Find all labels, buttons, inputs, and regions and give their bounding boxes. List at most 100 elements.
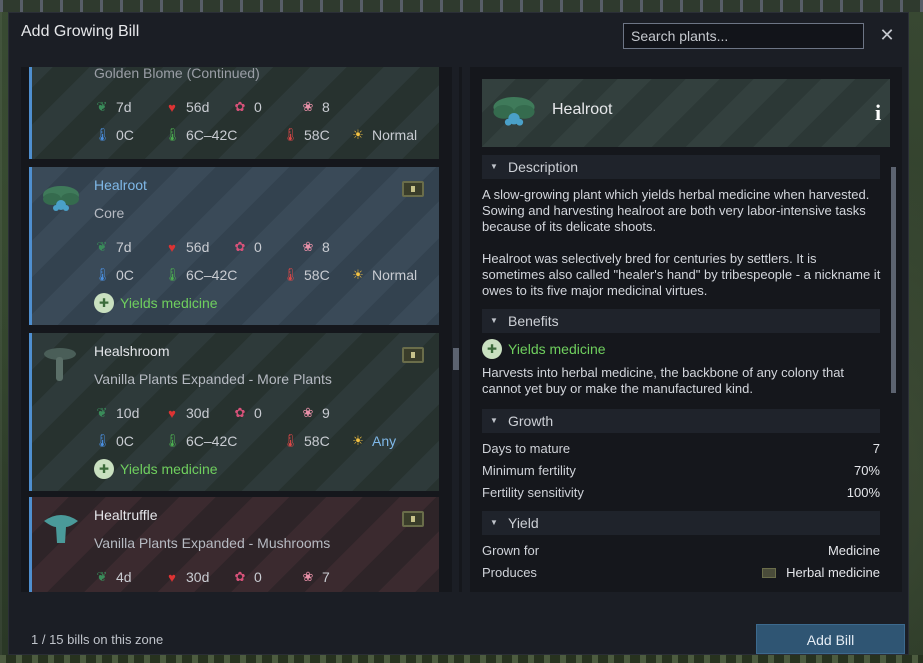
- nutrition-stat: ❀ 8: [300, 99, 330, 115]
- healroot-thumbnail: [43, 186, 79, 211]
- grow-time-stat: ❦ 7d: [94, 99, 132, 115]
- plant-row[interactable]: Golden Blome (Continued) ❦ 7d ♥ 56d ✿ 0 ❀ 8 …: [29, 67, 439, 159]
- description-paragraph-1: A slow-growing plant which yields herbal…: [482, 187, 870, 234]
- plant-source: Vanilla Plants Expanded - More Plants: [94, 371, 332, 387]
- yield-stat: ✿ 0: [232, 99, 262, 115]
- heart-icon: ♥: [168, 405, 176, 421]
- list-scrollbar-thumb[interactable]: [453, 348, 459, 370]
- detail-scrollbar-thumb[interactable]: [891, 167, 896, 393]
- yield-stat: ✿ 0: [232, 239, 262, 255]
- rose-icon: ✿: [234, 239, 246, 254]
- medicine-icon: ✚: [482, 339, 502, 359]
- yields-medicine: ✚ Yields medicine: [94, 459, 218, 479]
- plant-row-healshroom[interactable]: Healshroom Vanilla Plants Expanded - Mor…: [29, 333, 439, 491]
- benefit-yields-medicine: ✚ Yields medicine: [482, 339, 606, 359]
- world-edge-bottom: [0, 655, 923, 663]
- bills-count-text: 1 / 15 bills on this zone: [31, 632, 164, 647]
- dialog-title: Add Growing Bill: [21, 23, 140, 40]
- heart-icon: ♥: [168, 569, 176, 585]
- plant-name: Golden Blome (Continued): [94, 67, 260, 81]
- medicine-tag-icon: [402, 511, 424, 527]
- sprout-icon: ❦: [96, 405, 108, 420]
- min-temp-stat: 🌡 0C: [94, 267, 134, 283]
- light-stat: ☀ Normal: [350, 127, 417, 143]
- sun-moon-icon: ☀: [352, 127, 364, 142]
- caret-down-icon: ▼: [490, 162, 498, 171]
- sun-moon-icon: ☀: [352, 433, 364, 448]
- medicine-tag-icon: [402, 181, 424, 197]
- temp-range-stat: 🌡 6C–42C: [164, 267, 238, 283]
- detail-header: Healroot i: [482, 79, 890, 147]
- medicine-tag-icon: [402, 347, 424, 363]
- min-temp-stat: 🌡 0C: [94, 433, 134, 449]
- brain-icon: ❀: [302, 239, 314, 254]
- plant-name: Healroot: [94, 177, 147, 193]
- lifespan-stat: ♥ 30d: [164, 405, 209, 421]
- lifespan-stat: ♥ 56d: [164, 99, 209, 115]
- healtruffle-thumbnail: [44, 515, 78, 543]
- description-paragraph-2: Healroot was selectively bred for centur…: [482, 251, 881, 298]
- thermometer-hot-icon: 🌡: [282, 267, 299, 282]
- thermometer-hot-icon: 🌡: [282, 127, 299, 142]
- sprout-icon: ❦: [96, 239, 108, 254]
- healroot-detail-thumbnail: [493, 97, 535, 126]
- temp-range-stat: 🌡 6C–42C: [164, 433, 238, 449]
- thermometer-mid-icon: 🌡: [164, 267, 181, 282]
- light-stat: ☀ Normal: [350, 267, 417, 283]
- plant-row-healroot[interactable]: Healroot Core ❦ 7d ♥ 56d ✿ 0 ❀ 8 🌡 0C 🌡 6C–42C…: [29, 167, 439, 325]
- grow-time-stat: ❦ 7d: [94, 239, 132, 255]
- growth-section-header[interactable]: ▼ Growth: [482, 409, 880, 433]
- grow-time-stat: ❦ 4d: [94, 569, 132, 585]
- sun-moon-icon: ☀: [352, 267, 364, 282]
- lifespan-stat: ♥ 30d: [164, 569, 209, 585]
- thermometer-cold-icon: 🌡: [94, 433, 111, 448]
- light-stat: ☀ Any: [350, 433, 396, 449]
- plant-list[interactable]: Golden Blome (Continued) ❦ 7d ♥ 56d ✿ 0 ❀ 8 …: [21, 67, 462, 592]
- lifespan-stat: ♥ 56d: [164, 239, 209, 255]
- description-section-header[interactable]: ▼ Description: [482, 155, 880, 179]
- add-bill-button[interactable]: Add Bill: [756, 624, 905, 654]
- rose-icon: ✿: [234, 99, 246, 114]
- benefits-section-header[interactable]: ▼ Benefits: [482, 309, 880, 333]
- thermometer-mid-icon: 🌡: [164, 127, 181, 142]
- medicine-icon: ✚: [94, 459, 114, 479]
- world-edge-top: [0, 0, 923, 12]
- close-icon[interactable]: ✕: [877, 25, 897, 45]
- info-icon[interactable]: i: [875, 102, 889, 124]
- brain-icon: ❀: [302, 99, 314, 114]
- thermometer-cold-icon: 🌡: [94, 127, 111, 142]
- add-growing-bill-dialog: Add Growing Bill ✕ Golden Blome (Continu…: [8, 12, 909, 655]
- benefit-description: Harvests into herbal medicine, the backb…: [482, 365, 845, 396]
- rose-icon: ✿: [234, 405, 246, 420]
- nutrition-stat: ❀ 8: [300, 239, 330, 255]
- max-temp-stat: 🌡 58C: [282, 127, 330, 143]
- plant-source: Core: [94, 205, 125, 221]
- max-temp-stat: 🌡 58C: [282, 433, 330, 449]
- plant-source: Vanilla Plants Expanded - Mushrooms: [94, 535, 331, 551]
- caret-down-icon: ▼: [490, 316, 498, 325]
- yields-medicine: ✚ Yields medicine: [94, 293, 218, 313]
- plant-detail-panel: Healroot i ▼ Description A slow-growing p…: [470, 67, 902, 592]
- rose-icon: ✿: [234, 569, 246, 584]
- max-temp-stat: 🌡 58C: [282, 267, 330, 283]
- yield-stat: ✿ 0: [232, 405, 262, 421]
- nutrition-stat: ❀ 7: [300, 569, 330, 585]
- thermometer-mid-icon: 🌡: [164, 433, 181, 448]
- search-input[interactable]: [623, 23, 864, 49]
- sprout-icon: ❦: [96, 99, 108, 114]
- yield-section-header[interactable]: ▼ Yield: [482, 511, 880, 535]
- min-temp-stat: 🌡 0C: [94, 127, 134, 143]
- sprout-icon: ❦: [96, 569, 108, 584]
- nutrition-stat: ❀ 9: [300, 405, 330, 421]
- list-scrollbar-track[interactable]: [452, 67, 459, 592]
- caret-down-icon: ▼: [490, 518, 498, 527]
- heart-icon: ♥: [168, 239, 176, 255]
- plant-name: Healtruffle: [94, 507, 158, 523]
- grow-time-stat: ❦ 10d: [94, 405, 140, 421]
- yield-stat: ✿ 0: [232, 569, 262, 585]
- plant-row-healtruffle[interactable]: Healtruffle Vanilla Plants Expanded - Mu…: [29, 497, 439, 592]
- healshroom-thumbnail: [44, 348, 76, 381]
- brain-icon: ❀: [302, 569, 314, 584]
- plant-name: Healshroom: [94, 343, 170, 359]
- herbal-medicine-icon: [762, 567, 777, 578]
